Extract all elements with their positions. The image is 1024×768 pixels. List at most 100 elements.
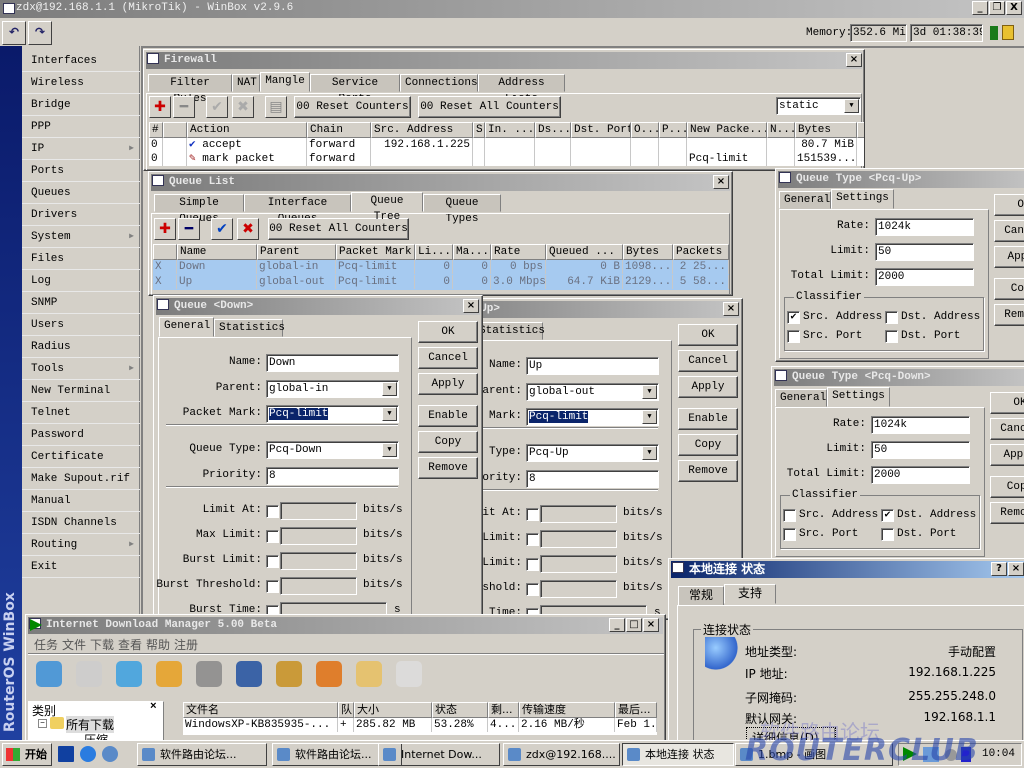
help-button[interactable]: ? xyxy=(991,562,1007,576)
firewall-tab-0[interactable]: Filter Rules xyxy=(148,74,232,105)
queue-col-header[interactable]: Packet Mark xyxy=(336,244,415,260)
download-col-header[interactable]: 文件名 xyxy=(183,702,338,718)
sidebar-item-log[interactable]: Log xyxy=(22,270,140,292)
add-button[interactable]: ✚ xyxy=(149,96,171,118)
cancel-button[interactable]: Cancel xyxy=(990,418,1024,440)
name-field[interactable]: Down xyxy=(266,354,399,372)
sidebar-item-snmp[interactable]: SNMP xyxy=(22,292,140,314)
status-tab-1[interactable]: 支持 xyxy=(724,584,776,604)
remove-button[interactable]: Remove xyxy=(418,457,478,479)
undo-button[interactable]: ↶ xyxy=(2,21,26,45)
max_limit-checkbox[interactable] xyxy=(526,533,539,546)
taskbar-task[interactable]: 软件路由论坛... xyxy=(137,743,267,766)
firewall-col-header[interactable]: In. ... xyxy=(485,122,535,138)
enable-button[interactable]: Enable xyxy=(418,405,478,427)
close-button[interactable]: × xyxy=(713,175,729,189)
queue-col-header[interactable]: Parent xyxy=(257,244,336,260)
queue-type-tab-0[interactable]: General xyxy=(779,191,831,209)
download-col-header[interactable]: 队 xyxy=(338,702,354,718)
quicklaunch-save-icon[interactable] xyxy=(58,746,74,762)
sidebar-item-radius[interactable]: Radius xyxy=(22,336,140,358)
taskbar-task[interactable]: 本地连接 状态 xyxy=(622,743,734,766)
firewall-col-header[interactable]: Bytes xyxy=(795,122,857,138)
queue-row[interactable]: X Down global-in Pcq-limit 0 0 0 bps 0 B 1098...… xyxy=(153,260,729,275)
firewall-window-title[interactable]: Firewall xyxy=(146,52,862,69)
sidebar-item-telnet[interactable]: Telnet xyxy=(22,402,140,424)
src-address-checkbox[interactable]: ✔ xyxy=(787,311,800,324)
firewall-col-header[interactable]: New Packe... xyxy=(687,122,767,138)
firewall-col-header[interactable]: Chain xyxy=(307,122,371,138)
comment-button[interactable]: ▤ xyxy=(265,96,287,118)
sidebar-item-system[interactable]: System ▶ xyxy=(22,226,140,248)
maximize-button[interactable]: □ xyxy=(626,618,642,632)
menu-item[interactable]: 任务 xyxy=(34,636,58,653)
burst_limit-checkbox[interactable] xyxy=(526,558,539,571)
options-icon[interactable] xyxy=(276,661,302,687)
taskbar-task[interactable]: Internet Dow... xyxy=(378,743,500,766)
menu-item[interactable]: 下载 xyxy=(90,636,114,653)
menu-item[interactable]: 查看 xyxy=(118,636,142,653)
sidebar-item-ppp[interactable]: PPP xyxy=(22,116,140,138)
reset-all-counters-button[interactable]: 00 Reset All Counters xyxy=(418,96,561,118)
taskbar-task[interactable]: zdx@192.168.... xyxy=(503,743,620,766)
close-button[interactable]: × xyxy=(1008,562,1024,576)
resume-icon[interactable] xyxy=(76,661,102,687)
chevron-down-icon[interactable]: ▼ xyxy=(844,99,859,113)
queue-type-select[interactable]: Pcq-Up ▼ xyxy=(526,444,659,462)
sidebar-item-users[interactable]: Users xyxy=(22,314,140,336)
chevron-down-icon[interactable]: ▼ xyxy=(642,446,657,460)
limit_at-checkbox[interactable] xyxy=(266,505,279,518)
burst_threshold-checkbox[interactable] xyxy=(266,580,279,593)
disable-button[interactable]: ✖ xyxy=(232,96,254,118)
close-button[interactable]: × xyxy=(723,302,739,316)
ok-button[interactable]: OK xyxy=(418,321,478,343)
delete-completed-icon[interactable] xyxy=(236,661,262,687)
chevron-down-icon[interactable]: ▼ xyxy=(642,385,657,399)
close-button[interactable]: × xyxy=(463,299,479,313)
queue-col-header[interactable]: Packets xyxy=(673,244,729,260)
minimize-button[interactable]: _ xyxy=(972,1,988,15)
download-col-header[interactable]: 传输速度 xyxy=(519,702,615,718)
reset-counters-button[interactable]: 00 Reset Counters xyxy=(294,96,411,118)
queue-type-select[interactable]: Pcq-Down ▼ xyxy=(266,441,399,459)
quicklaunch-ie-icon[interactable] xyxy=(80,746,96,762)
queue-row[interactable]: X Up global-out Pcq-limit 0 0 3.0 Mbps 64.7 KiB… xyxy=(153,275,729,290)
copy-button[interactable]: Copy xyxy=(418,431,478,453)
src-port-checkbox[interactable] xyxy=(783,528,796,541)
firewall-col-header[interactable]: N... xyxy=(767,122,795,138)
queue-dialog-tab-1[interactable]: Statistics xyxy=(214,319,285,337)
sidebar-item-ports[interactable]: Ports xyxy=(22,160,140,182)
firewall-tab-4[interactable]: Connections xyxy=(400,74,478,92)
dst-address-checkbox[interactable] xyxy=(885,311,898,324)
firewall-row[interactable]: 0 ✎ mark packet forward Pcq-limit 151539... xyxy=(149,152,864,166)
remove-button[interactable]: Remove xyxy=(990,502,1024,524)
queue-list-tab-3[interactable]: Queue Types xyxy=(423,194,501,225)
firewall-col-header[interactable]: O... xyxy=(631,122,659,138)
queue-col-header[interactable]: Name xyxy=(177,244,257,260)
copy-button[interactable]: Copy xyxy=(990,476,1024,498)
queue-col-header[interactable] xyxy=(153,244,177,260)
enable-button[interactable]: ✔ xyxy=(206,96,228,118)
queue-list-tab-1[interactable]: Interface Queues xyxy=(244,194,351,225)
firewall-row[interactable]: 0 ✔ accept forward 192.168.1.225 80.7 MiB xyxy=(149,138,864,152)
pcq-down-queue-type-window-title[interactable]: Queue Type <Pcq-Down> xyxy=(774,369,1024,386)
sidebar-item-routing[interactable]: Routing ▶ xyxy=(22,534,140,556)
sidebar-item-make-supout-rif[interactable]: Make Supout.rif xyxy=(22,468,140,490)
apply-button[interactable]: Apply xyxy=(418,373,478,395)
queue-dialog-tab-1[interactable]: Statistics xyxy=(474,322,545,340)
parent-select[interactable]: global-out ▼ xyxy=(526,383,659,401)
dst-port-checkbox[interactable] xyxy=(881,528,894,541)
packet-mark-select[interactable]: Pcq-limit ▼ xyxy=(526,408,659,426)
pcq-up-queue-type-window-title[interactable]: Queue Type <Pcq-Up> xyxy=(778,171,1024,188)
limit-field[interactable]: 50 xyxy=(875,243,974,261)
sidebar-item-ip[interactable]: IP ▶ xyxy=(22,138,140,160)
packet-mark-select[interactable]: Pcq-limit ▼ xyxy=(266,405,399,423)
dst-address-checkbox[interactable]: ✔ xyxy=(881,509,894,522)
firewall-col-header[interactable] xyxy=(163,122,187,138)
priority-field[interactable]: 8 xyxy=(526,470,659,488)
cancel-button[interactable]: Cancel xyxy=(418,347,478,369)
categories-close-button[interactable]: × xyxy=(150,701,157,713)
copy-button[interactable]: Copy xyxy=(994,278,1024,300)
add-button[interactable]: ✚ xyxy=(154,218,176,240)
firewall-col-header[interactable]: P... xyxy=(659,122,687,138)
